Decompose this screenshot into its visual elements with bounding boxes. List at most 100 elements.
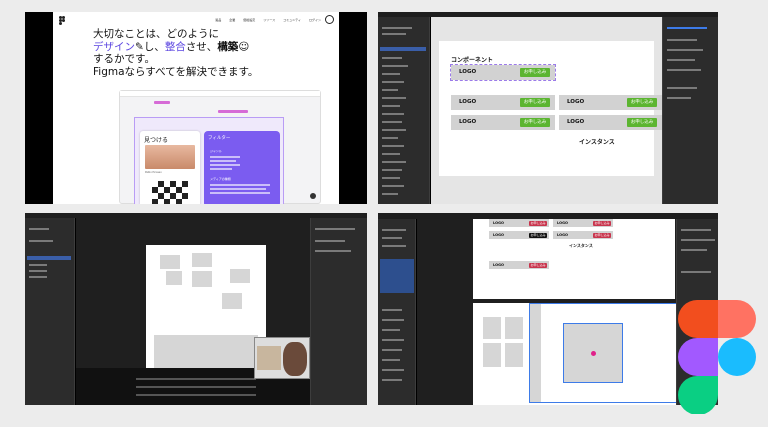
layer-item[interactable] bbox=[382, 245, 406, 247]
shortcut-row bbox=[136, 386, 256, 388]
apply-button[interactable]: お申し込み bbox=[627, 118, 657, 127]
component-frame[interactable]: コンポーネント LOGO お申し込み LOGO お申し込み LOGO お申し込み… bbox=[439, 41, 662, 176]
instance-row[interactable]: LOGO お申し込み bbox=[559, 95, 662, 110]
main-component[interactable]: LOGO お申し込み bbox=[450, 64, 556, 81]
video-thumbnail-layout[interactable] bbox=[25, 213, 367, 405]
selected-layer[interactable] bbox=[27, 256, 71, 260]
property-row bbox=[681, 271, 711, 273]
placeholder-block[interactable] bbox=[154, 335, 258, 372]
layout-frame[interactable] bbox=[473, 303, 693, 405]
nav-item[interactable]: コミュニティ bbox=[283, 18, 301, 22]
instance-row[interactable]: LOGO お申し込み bbox=[553, 219, 613, 227]
layer-item[interactable] bbox=[382, 339, 404, 341]
layer-item[interactable] bbox=[382, 137, 398, 139]
layer-item[interactable] bbox=[382, 349, 402, 351]
placeholder-block[interactable] bbox=[166, 271, 182, 285]
layers-panel bbox=[378, 219, 416, 405]
layer-item[interactable] bbox=[382, 229, 406, 231]
instance-row[interactable]: LOGO お申し込み bbox=[559, 115, 662, 130]
nav-item[interactable]: 製品 bbox=[215, 18, 221, 22]
layer-item[interactable] bbox=[29, 276, 47, 278]
share-button[interactable] bbox=[667, 27, 707, 29]
hero-word-design: デザイン bbox=[93, 40, 135, 53]
presenter-video bbox=[254, 337, 310, 379]
layer-item[interactable] bbox=[382, 185, 404, 187]
apply-button[interactable]: お申し込み bbox=[529, 232, 547, 238]
instance-row[interactable]: LOGO お申し込み bbox=[553, 231, 613, 239]
layer-item[interactable] bbox=[382, 309, 402, 311]
layer-item[interactable] bbox=[29, 270, 47, 272]
layer-item[interactable] bbox=[382, 105, 400, 107]
placeholder-block[interactable] bbox=[230, 269, 250, 283]
layer-item[interactable] bbox=[29, 228, 49, 230]
apply-button[interactable]: お申し込み bbox=[593, 220, 611, 226]
layer-item[interactable] bbox=[382, 161, 406, 163]
layer-item[interactable] bbox=[382, 237, 402, 239]
apply-button[interactable]: お申し込み bbox=[520, 118, 550, 127]
apply-button[interactable]: お申し込み bbox=[529, 220, 547, 226]
layer-item[interactable] bbox=[382, 329, 400, 331]
instances-frame[interactable]: LOGO お申し込み LOGO お申し込み LOGO お申し込み LOGO お申… bbox=[473, 219, 675, 299]
instance-row[interactable]: LOGO お申し込み bbox=[489, 261, 549, 269]
layer-item[interactable] bbox=[382, 33, 406, 35]
placeholder-block[interactable] bbox=[160, 255, 180, 269]
canvas[interactable]: コンポーネント LOGO お申し込み LOGO お申し込み LOGO お申し込み… bbox=[431, 17, 662, 204]
logo-label: LOGO bbox=[459, 69, 477, 75]
layer-item[interactable] bbox=[382, 73, 400, 75]
apply-button[interactable]: お申し込み bbox=[520, 68, 550, 77]
layer-item[interactable] bbox=[382, 121, 402, 123]
layer-item[interactable] bbox=[382, 369, 404, 371]
figma-logo-icon bbox=[59, 16, 65, 25]
property-row bbox=[681, 239, 715, 241]
nav-item[interactable]: リソース bbox=[263, 18, 275, 22]
apply-button[interactable]: お申し込み bbox=[593, 232, 611, 238]
instance-row[interactable]: LOGO お申し込み bbox=[489, 219, 549, 227]
nav-item[interactable]: ログイン bbox=[309, 18, 321, 22]
layer-item[interactable] bbox=[382, 65, 408, 67]
layer-item[interactable] bbox=[382, 319, 404, 321]
apply-button[interactable]: お申し込み bbox=[520, 98, 550, 107]
instance-row[interactable]: LOGO お申し込み bbox=[489, 231, 549, 239]
layer-item[interactable] bbox=[382, 153, 400, 155]
component-heading: コンポーネント bbox=[451, 57, 494, 64]
layer-item[interactable] bbox=[382, 379, 402, 381]
instance-row[interactable]: LOGO お申し込み bbox=[451, 95, 555, 110]
canvas[interactable]: LOGO お申し込み LOGO お申し込み LOGO お申し込み LOGO お申… bbox=[417, 219, 693, 405]
layer-item[interactable] bbox=[382, 145, 404, 147]
avatar[interactable] bbox=[325, 15, 334, 24]
selection-outline bbox=[529, 303, 679, 403]
hero-text: させ、 bbox=[185, 40, 218, 53]
apply-button[interactable]: お申し込み bbox=[529, 262, 547, 268]
selected-layer[interactable] bbox=[380, 47, 426, 51]
layer-item[interactable] bbox=[382, 359, 400, 361]
instance-row[interactable]: LOGO お申し込み bbox=[451, 115, 555, 130]
layer-item[interactable] bbox=[382, 81, 404, 83]
video-thumbnail-components[interactable]: コンポーネント LOGO お申し込み LOGO お申し込み LOGO お申し込み… bbox=[378, 12, 718, 204]
nav-item[interactable]: 価格設定 bbox=[243, 18, 255, 22]
layer-item[interactable] bbox=[382, 89, 398, 91]
layer-item[interactable] bbox=[382, 177, 400, 179]
shortcut-row bbox=[136, 394, 256, 396]
help-button[interactable] bbox=[310, 193, 316, 199]
selected-layers[interactable] bbox=[380, 259, 414, 293]
placeholder-block[interactable] bbox=[192, 271, 212, 287]
layer-item[interactable] bbox=[29, 240, 53, 242]
nav-item[interactable]: 企業 bbox=[229, 18, 235, 22]
placeholder-block[interactable] bbox=[222, 293, 242, 309]
layer-item[interactable] bbox=[382, 27, 412, 29]
layer-item[interactable] bbox=[382, 57, 402, 59]
hero-line: Figmaならすべてを解決できます。 bbox=[93, 65, 259, 78]
layer-item[interactable] bbox=[382, 169, 402, 171]
layer-item[interactable] bbox=[382, 113, 404, 115]
shortcut-row bbox=[136, 378, 256, 380]
video-thumbnail-instances[interactable]: LOGO お申し込み LOGO お申し込み LOGO お申し込み LOGO お申… bbox=[378, 213, 718, 405]
video-thumbnail-website[interactable]: 製品 企業 価格設定 リソース コミュニティ ログイン 大切なことは、どのように… bbox=[25, 12, 367, 204]
layers-panel bbox=[25, 218, 75, 405]
layer-item[interactable] bbox=[382, 129, 406, 131]
apply-button[interactable]: お申し込み bbox=[627, 98, 657, 107]
layer-item[interactable] bbox=[382, 193, 398, 195]
artboard[interactable] bbox=[146, 245, 266, 372]
layer-item[interactable] bbox=[29, 264, 47, 266]
layer-item[interactable] bbox=[382, 97, 406, 99]
placeholder-block[interactable] bbox=[192, 253, 212, 267]
